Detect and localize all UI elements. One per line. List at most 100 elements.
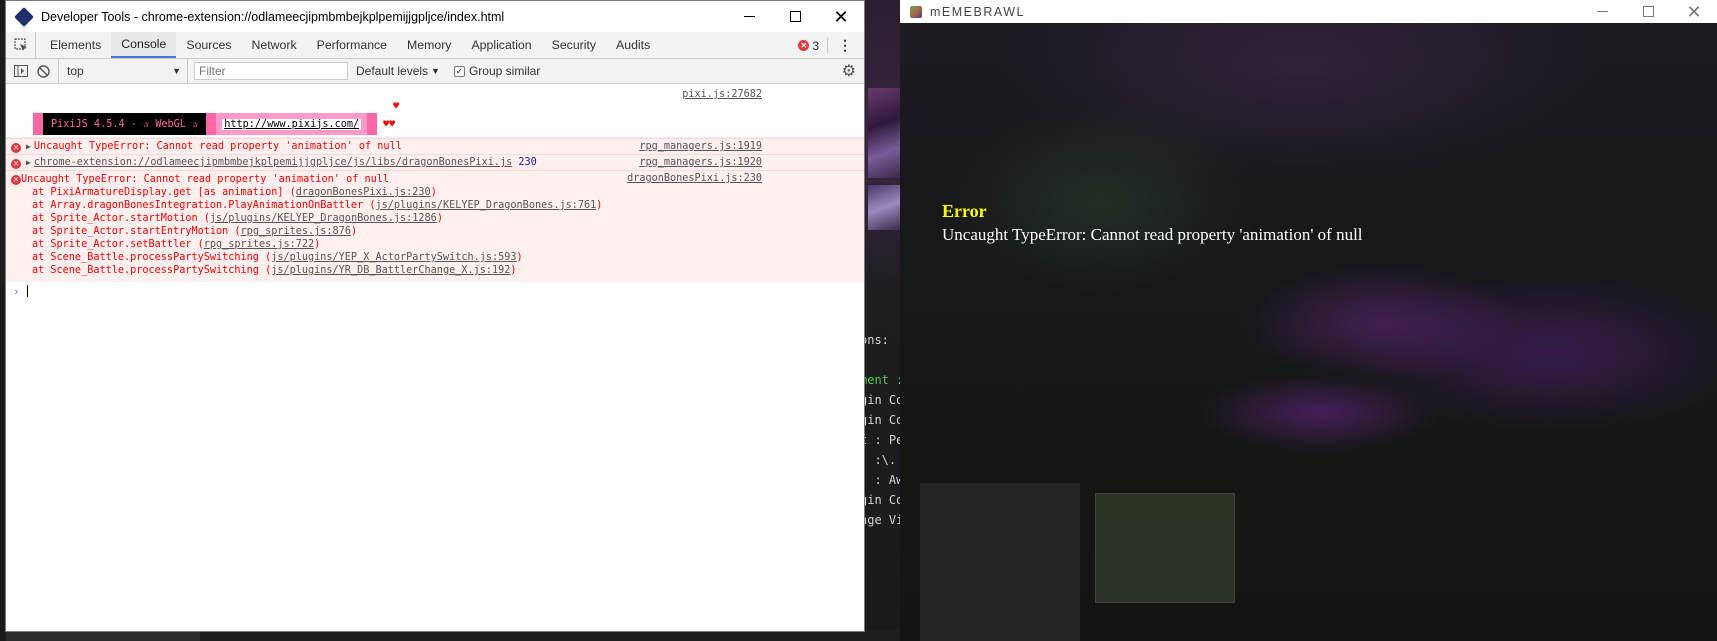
stack-trace: at PixiArmatureDisplay.get [as animation…: [6, 186, 864, 277]
tab-security[interactable]: Security: [542, 32, 606, 58]
console-prompt[interactable]: ›: [6, 281, 864, 299]
close-button[interactable]: ✕: [1671, 0, 1717, 23]
game-thumbnail: [868, 88, 900, 178]
close-button[interactable]: ✕: [818, 1, 864, 32]
console-log-row: pixi.js:27682 PixiJS 4.5.4 - ✰ WebGL ✰ h…: [6, 84, 864, 138]
maximize-button[interactable]: [1625, 0, 1671, 23]
tab-network[interactable]: Network: [242, 32, 307, 58]
console-output: pixi.js:27682 PixiJS 4.5.4 - ✰ WebGL ✰ h…: [6, 84, 864, 299]
pixi-banner: PixiJS 4.5.4 - ✰ WebGL ✰ http://www.pixi…: [33, 101, 399, 135]
code-line: gin Co: [860, 413, 904, 427]
clear-console-icon: [36, 64, 50, 78]
error-icon: ✕: [11, 143, 21, 153]
console-error-row: ✕ Uncaught TypeError: Cannot read proper…: [6, 170, 864, 281]
stack-frame-link[interactable]: js/plugins/YR_DB_BattlerChange_X.js:192: [271, 265, 510, 276]
devtools-window: Developer Tools - chrome-extension://odl…: [5, 0, 865, 632]
inspect-cursor-icon: [13, 38, 27, 51]
stack-frame-text: at PixiArmatureDisplay.get [as animation…: [32, 187, 296, 198]
stack-frame-text: at Sprite_Actor.startEntryMotion (: [32, 226, 241, 237]
error-file-link[interactable]: chrome-extension://odlameecjipmbmbejkplp…: [34, 157, 512, 168]
pixi-link[interactable]: http://www.pixijs.com/: [222, 118, 362, 130]
stack-frame-link[interactable]: rpg_sprites.js:722: [204, 239, 314, 250]
stack-frame: at PixiArmatureDisplay.get [as animation…: [6, 186, 864, 199]
group-similar-toggle[interactable]: ✓ Group similar: [453, 64, 541, 78]
stack-frame: at Sprite_Actor.startEntryMotion (rpg_sp…: [6, 225, 864, 238]
game-canvas[interactable]: Error Uncaught TypeError: Cannot read pr…: [900, 23, 1717, 641]
game-menu-panel: [920, 483, 1080, 641]
stack-frame-suffix: ): [314, 239, 321, 250]
tab-performance[interactable]: Performance: [307, 32, 397, 58]
stack-frame-link[interactable]: js/plugins/YEP_X_ActorPartySwitch.js:593: [271, 252, 516, 263]
error-source-link[interactable]: rpg_managers.js:1919: [639, 141, 762, 152]
tab-console[interactable]: Console: [111, 32, 177, 58]
clear-console-button[interactable]: [32, 64, 54, 78]
group-similar-label: Group similar: [468, 64, 541, 78]
game-window-title: mEMEBRAWL: [930, 4, 1025, 19]
game-window-controls: ✕: [1579, 0, 1717, 23]
stack-frame-suffix: ): [350, 226, 358, 237]
group-similar-checkbox[interactable]: ✓: [453, 65, 465, 77]
log-source-link[interactable]: pixi.js:27682: [682, 89, 762, 100]
maximize-icon: [1642, 6, 1654, 17]
game-titlebar: mEMEBRAWL ✕: [900, 0, 1717, 23]
hearts-decoration: ♥♥ ♥: [383, 101, 399, 130]
game-error-title: Error: [942, 201, 987, 221]
banner-stripe: [206, 113, 217, 135]
stack-frame-suffix: ): [596, 200, 603, 211]
stack-frame-text: at Sprite_Actor.startMotion (: [32, 213, 210, 224]
expand-triangle-icon[interactable]: ▶: [26, 142, 31, 151]
small-hearts: ♥♥: [383, 118, 396, 130]
prompt-chevron-icon: ›: [13, 285, 20, 298]
inspect-element-button[interactable]: [6, 32, 36, 58]
minimize-icon: [1596, 11, 1608, 12]
tab-application[interactable]: Application: [461, 32, 541, 58]
close-icon: ✕: [1686, 1, 1702, 22]
stack-frame: at Sprite_Actor.setBattler (rpg_sprites.…: [6, 238, 864, 251]
filter-input[interactable]: [194, 62, 348, 80]
stack-frame: at Scene_Battle.processPartySwitching (j…: [6, 251, 864, 264]
code-line: ment :: [860, 373, 904, 387]
text-caret: [27, 285, 28, 297]
dropdown-arrow-icon: ▼: [172, 66, 181, 76]
sidebar-toggle-icon: [14, 65, 28, 77]
context-select[interactable]: top ▼: [58, 58, 188, 84]
tab-sources[interactable]: Sources: [176, 32, 241, 58]
error-count-badge[interactable]: ✕ 3: [798, 37, 828, 54]
stack-frame-link[interactable]: rpg_sprites.js:876: [241, 226, 351, 237]
stack-frame-link[interactable]: js/plugins/KELYEP_DragonBones.js:761: [375, 200, 596, 211]
error-source-link[interactable]: dragonBonesPixi.js:230: [627, 173, 762, 184]
stack-frame-suffix: ): [430, 187, 437, 198]
minimize-button[interactable]: [726, 1, 772, 32]
error-icon: ✕: [798, 40, 810, 51]
stack-frame-link[interactable]: js/plugins/KELYEP_DragonBones.js:1286: [210, 213, 437, 224]
stack-frame-link[interactable]: dragonBonesPixi.js:230: [296, 187, 431, 198]
tab-memory[interactable]: Memory: [397, 32, 461, 58]
code-line: nge Vi: [860, 513, 904, 527]
console-error-row: ✕ ▶ chrome-extension://odlameecjipmbmbejk…: [6, 154, 864, 170]
sidebar-toggle-button[interactable]: [10, 65, 32, 77]
stack-frame: at Sprite_Actor.startMotion (js/plugins/…: [6, 212, 864, 225]
error-icon: ✕: [11, 175, 21, 185]
game-error-message: Uncaught TypeError: Cannot read property…: [942, 225, 1363, 244]
code-line: t : Pe: [860, 433, 904, 447]
expand-triangle-icon[interactable]: ▶: [26, 158, 31, 167]
devtools-titlebar: Developer Tools - chrome-extension://odl…: [6, 1, 864, 32]
devtools-app-icon: [14, 6, 34, 27]
settings-gear-icon[interactable]: ⚙: [842, 61, 856, 81]
tab-elements[interactable]: Elements: [40, 32, 111, 58]
tab-audits[interactable]: Audits: [606, 32, 660, 58]
code-line: ons:: [860, 333, 889, 347]
banner-stripe: [33, 113, 43, 135]
error-source-link[interactable]: rpg_managers.js:1920: [639, 157, 762, 168]
devtools-tab-bar: Elements Console Sources Network Performance…: [6, 32, 864, 59]
maximize-button[interactable]: [772, 1, 818, 32]
stack-frame-suffix: ): [516, 252, 523, 263]
error-message: Uncaught TypeError: Cannot read property…: [33, 141, 402, 152]
more-options-icon[interactable]: ⋮: [834, 37, 856, 54]
big-heart: ♥: [393, 100, 400, 112]
levels-select[interactable]: Default levels ▼: [356, 64, 440, 78]
dropdown-arrow-icon: ▼: [431, 66, 440, 76]
minimize-button[interactable]: [1579, 0, 1625, 23]
code-line: gin Co: [860, 393, 904, 407]
